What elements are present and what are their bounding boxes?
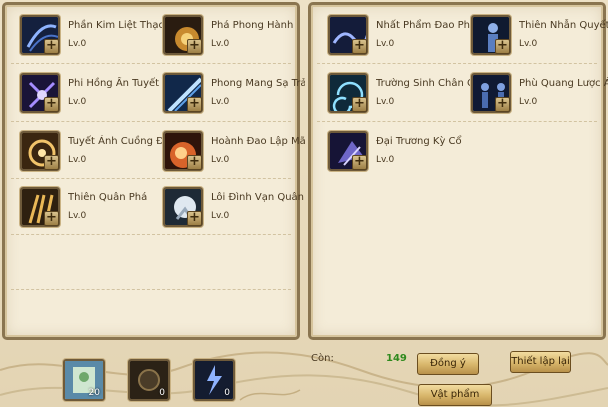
skill-name: Lôi Đình Vạn Quân xyxy=(211,192,305,203)
remaining-points-value: 149 xyxy=(386,353,407,364)
skill-name: Phù Quang Lược Ảnh xyxy=(519,78,608,89)
skill-name: Thiên Quân Phá xyxy=(68,192,148,203)
skill-slot[interactable]: + Phi Hồng Ấn Tuyết Lv.0 xyxy=(20,73,160,117)
item-count: 20 xyxy=(88,388,100,398)
row-divider xyxy=(317,63,597,64)
agree-button[interactable]: Đồng ý xyxy=(417,353,479,375)
add-point-button[interactable]: + xyxy=(44,211,59,226)
skill-name: Thiên Nhẫn Quyết xyxy=(519,20,608,31)
skill-level: Lv.0 xyxy=(211,211,230,221)
add-point-button[interactable]: + xyxy=(352,97,367,112)
row-divider xyxy=(11,289,291,290)
skill-level: Lv.0 xyxy=(68,39,87,49)
add-point-button[interactable]: + xyxy=(187,97,202,112)
skill-slot[interactable]: + Thiên Nhẫn Quyết Lv.0 xyxy=(471,15,608,59)
add-point-button[interactable]: + xyxy=(187,155,202,170)
skill-slot[interactable]: + Tuyết Ảnh Cuồng Đao Lv.0 xyxy=(20,131,162,175)
skill-name: Đại Trương Kỳ Cổ xyxy=(376,136,462,147)
skill-level: Lv.0 xyxy=(376,39,395,49)
skill-slot[interactable]: + Phù Quang Lược Ảnh Lv.0 xyxy=(471,73,608,117)
add-point-button[interactable]: + xyxy=(495,39,510,54)
add-point-button[interactable]: + xyxy=(187,211,202,226)
items-button[interactable]: Vật phẩm xyxy=(418,384,492,406)
skill-name: Nhất Phẩm Đao Phách xyxy=(376,20,470,31)
reset-button[interactable]: Thiết lập lại xyxy=(510,351,571,373)
skill-name: Phong Mang Sạ Trảm xyxy=(211,78,305,89)
skill-window: + Phần Kim Liệt Thạch Lv.0 + Phá Phong H… xyxy=(0,0,608,407)
skill-slot[interactable]: + Thiên Quân Phá Lv.0 xyxy=(20,187,160,231)
add-point-button[interactable]: + xyxy=(187,39,202,54)
skill-name: Phá Phong Hành xyxy=(211,20,294,31)
right-skill-panel: + Nhất Phẩm Đao Phách Lv.0 + Thiên Nhẫn … xyxy=(308,2,608,340)
skill-level: Lv.0 xyxy=(211,39,230,49)
skill-level: Lv.0 xyxy=(376,97,395,107)
skill-name: Tuyết Ảnh Cuồng Đao xyxy=(68,136,162,147)
scroll-item-slot[interactable]: 20 xyxy=(63,359,105,401)
skill-slot[interactable]: + Phá Phong Hành Lv.0 xyxy=(163,15,303,59)
dark-orb-item-slot[interactable]: 0 xyxy=(128,359,170,401)
skill-name: Trường Sinh Chân Quyết xyxy=(376,78,470,89)
row-divider xyxy=(11,121,291,122)
skill-level: Lv.0 xyxy=(211,97,230,107)
skill-slot[interactable]: + Hoành Đao Lập Mã Lv.0 xyxy=(163,131,305,175)
item-count: 0 xyxy=(224,388,230,398)
skill-slot[interactable]: + Trường Sinh Chân Quyết Lv.0 xyxy=(328,73,470,117)
skill-level: Lv.0 xyxy=(68,155,87,165)
skill-slot[interactable]: + Lôi Đình Vạn Quân Lv.0 xyxy=(163,187,305,231)
skill-name: Phần Kim Liệt Thạch xyxy=(68,20,162,31)
add-point-button[interactable]: + xyxy=(44,39,59,54)
skill-level: Lv.0 xyxy=(211,155,230,165)
add-point-button[interactable]: + xyxy=(495,97,510,112)
skill-slot[interactable]: + Phần Kim Liệt Thạch Lv.0 xyxy=(20,15,162,59)
row-divider xyxy=(11,234,291,235)
add-point-button[interactable]: + xyxy=(352,155,367,170)
skill-name: Hoành Đao Lập Mã xyxy=(211,136,305,147)
remaining-points-label: Còn: xyxy=(311,353,334,364)
item-count: 0 xyxy=(159,388,165,398)
skill-level: Lv.0 xyxy=(519,39,538,49)
skill-name: Phi Hồng Ấn Tuyết xyxy=(68,78,160,89)
row-divider xyxy=(11,63,291,64)
add-point-button[interactable]: + xyxy=(44,155,59,170)
skill-slot[interactable]: + Nhất Phẩm Đao Phách Lv.0 xyxy=(328,15,470,59)
skill-level: Lv.0 xyxy=(376,155,395,165)
skill-slot[interactable]: + Phong Mang Sạ Trảm Lv.0 xyxy=(163,73,305,117)
skill-slot[interactable]: + Đại Trương Kỳ Cổ Lv.0 xyxy=(328,131,468,175)
row-divider xyxy=(317,121,597,122)
skill-level: Lv.0 xyxy=(519,97,538,107)
add-point-button[interactable]: + xyxy=(352,39,367,54)
skill-level: Lv.0 xyxy=(68,211,87,221)
lightning-item-slot[interactable]: 0 xyxy=(193,359,235,401)
skill-level: Lv.0 xyxy=(68,97,87,107)
add-point-button[interactable]: + xyxy=(44,97,59,112)
left-skill-panel: + Phần Kim Liệt Thạch Lv.0 + Phá Phong H… xyxy=(2,2,305,340)
row-divider xyxy=(11,178,291,179)
